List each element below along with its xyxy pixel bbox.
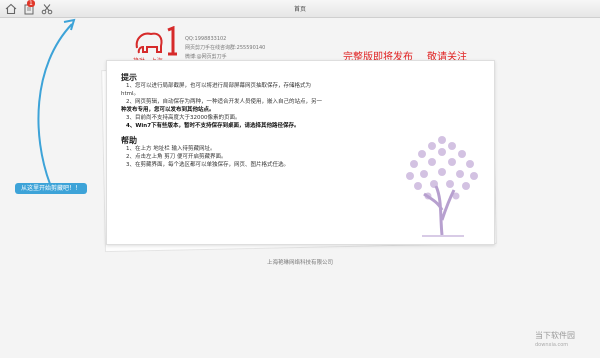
tip-2-cont: 种发布专用，您可以发布到其他站点。 [121, 107, 215, 113]
notification-badge: 1 [27, 0, 35, 7]
tip-3: 3、目前尚不支持高度大于32000像素的页面。 [126, 115, 241, 121]
scissors-icon[interactable] [40, 2, 54, 16]
contact-qq: QQ:1998833102 [185, 36, 227, 42]
help-1: 1、在上方 地址栏 输入待剪藏网址。 [126, 146, 216, 152]
window-title: 首页 [293, 6, 306, 13]
contact-info: QQ:1998833102 网页剪刀手在线咨询群:255590140 微博:@网… [185, 35, 265, 62]
hint-arrow-icon [37, 18, 76, 185]
site-watermark: 当下软件园 [535, 331, 575, 340]
company-footer: 上海艳琳网络科技有限公司 [266, 260, 333, 266]
start-clipping-hint: 从这里开始剪藏吧！！ [15, 183, 87, 194]
contact-group: 网页剪刀手在线咨询群:255590140 [185, 45, 266, 51]
tip-2: 2、网页剪辑，自动保存为两种，一种适合开发人员使用，嵌入自己的站点，另一 [126, 99, 323, 105]
tip-1-cont: html。 [121, 91, 140, 97]
home-icon[interactable] [4, 2, 18, 16]
title-bar: 1 首页 [0, 0, 600, 18]
elephant-logo [135, 26, 177, 56]
site-watermark-url: downxia.com [535, 342, 569, 348]
help-2: 2、点击左上角 剪刀 便可开启剪藏界面。 [126, 154, 227, 160]
heart-tree-illustration [406, 136, 478, 237]
tip-1: 1、您可以进行局部截屏，也可以将进行局部屏幕网页抽取保存，存储格式为 [126, 83, 312, 89]
help-3: 3、在剪藏界面，每个选区都可以单独保存，网页、图片格式任选。 [126, 162, 290, 168]
tip-4: 4、Win7下有些版本，暂时不支持保存到桌面，请选择其他路径保存。 [126, 123, 300, 129]
